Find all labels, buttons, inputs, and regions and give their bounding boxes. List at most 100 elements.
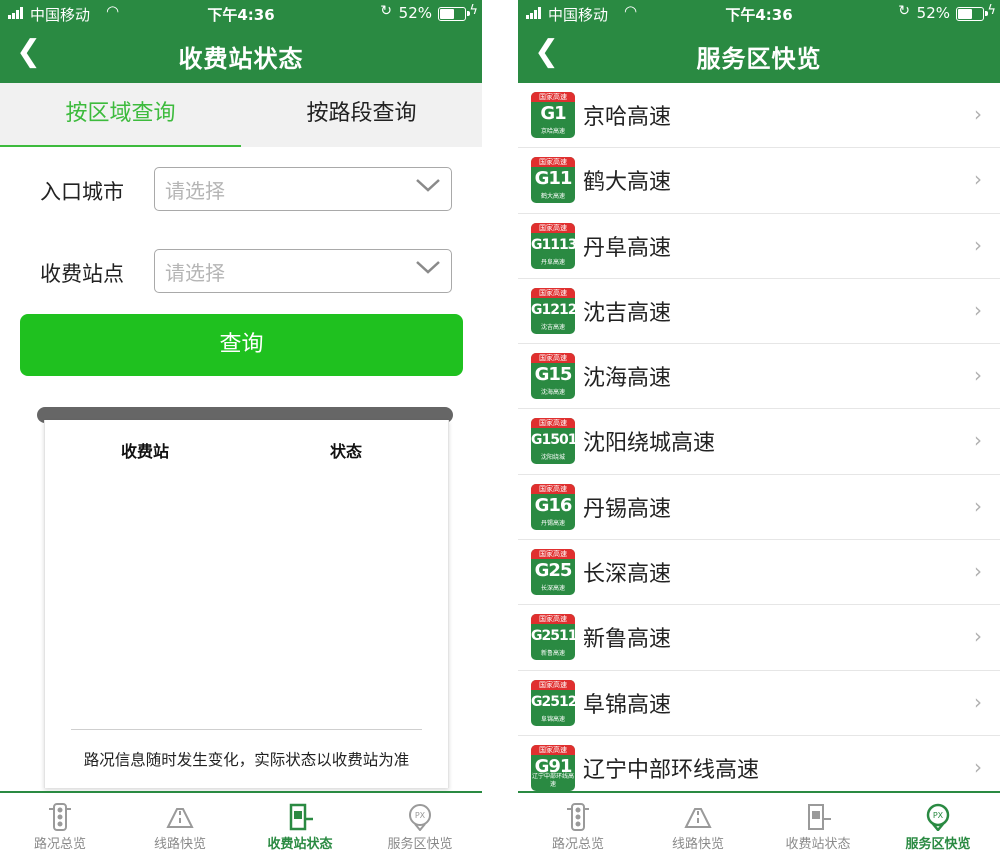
highway-code: G1113 [531, 236, 575, 253]
chevron-right-icon: › [974, 624, 982, 649]
road-route-icon [166, 808, 194, 828]
traffic-light-icon [49, 803, 71, 831]
highway-code: G16 [534, 494, 573, 516]
disclaimer-note: 路况信息随时发生变化，实际状态以收费站为准 [83, 751, 410, 769]
tabbar-label: 线路快览 [671, 837, 724, 852]
highway-shield-icon: 国家高速 G1 京哈高速 [531, 92, 575, 138]
chevron-right-icon: › [974, 363, 982, 388]
list-item[interactable]: 国家高速 G2512 阜锦高速 阜锦高速 › [518, 671, 1000, 736]
shield-subtitle: 沈海高速 [540, 389, 565, 397]
column-header-station: 收费站 [121, 442, 170, 461]
toll-station-icon [808, 804, 831, 830]
list-item[interactable]: 国家高速 G15 沈海高速 沈海高速 › [518, 344, 1000, 410]
highway-name: 沈海高速 [583, 366, 672, 392]
shield-subtitle: 长深高速 [540, 585, 565, 593]
station-placeholder: 请选择 [165, 261, 225, 285]
highway-name: 鹤大高速 [583, 170, 672, 196]
list-item[interactable]: 国家高速 G1501 沈阳绕城 沈阳绕城高速 › [518, 409, 1000, 475]
highway-name: 丹阜高速 [583, 235, 672, 261]
shield-subtitle: 阜锦高速 [540, 715, 565, 723]
list-item[interactable]: 国家高速 G1113 丹阜高速 丹阜高速 › [518, 214, 1000, 279]
highway-code: G1 [540, 103, 566, 124]
list-item[interactable]: 国家高速 G1212 沈吉高速 沈吉高速 › [518, 279, 1000, 345]
list-item[interactable]: 国家高速 G2511 新鲁高速 新鲁高速 › [518, 605, 1000, 671]
highway-name: 沈吉高速 [583, 300, 672, 326]
list-item[interactable]: 国家高速 G11 鹤大高速 鹤大高速 › [518, 148, 1000, 214]
bottom-tab-bar: 路况总览 线路快览 收费站状态 PX 服务区快览 [518, 791, 1000, 857]
query-tabs: 按区域查询 按路段查询 [0, 83, 482, 147]
highway-shield-icon: 国家高速 G1501 沈阳绕城 [531, 418, 575, 465]
tabbar-toll-station[interactable]: 收费站状态 [758, 793, 878, 857]
service-area-screen: 中国移动 ◠ 下午4:36 ↻ 52% ϟ ❮ 服务区快览 国家高速 G1 京哈高速… [518, 0, 1000, 857]
shield-header: 国家高速 [531, 157, 575, 168]
service-area-pin-icon: PX [926, 803, 950, 831]
status-bar: 中国移动 ◠ 下午4:36 ↻ 52% ϟ [0, 0, 482, 27]
chevron-down-icon [416, 261, 440, 274]
tabbar-toll-station[interactable]: 收费站状态 [240, 793, 360, 857]
highway-name: 京哈高速 [583, 105, 672, 130]
highway-shield-icon: 国家高速 G25 长深高速 [531, 549, 575, 596]
tabbar-service-area[interactable]: PX 服务区快览 [878, 793, 998, 857]
shield-header: 国家高速 [531, 92, 575, 102]
highway-shield-icon: 国家高速 G1113 丹阜高速 [531, 222, 575, 269]
tabbar-route-overview[interactable]: 线路快览 [120, 793, 240, 857]
status-bar: 中国移动 ◠ 下午4:36 ↻ 52% ϟ [518, 0, 1000, 27]
shield-subtitle: 辽宁中部环线高速 [531, 772, 574, 788]
battery-percent: 52% [916, 4, 950, 22]
traffic-light-icon [567, 803, 589, 831]
chevron-down-icon [416, 179, 440, 192]
tab-by-road[interactable]: 按路段查询 [241, 83, 482, 147]
chevron-right-icon: › [974, 167, 982, 192]
list-item[interactable]: 国家高速 G25 长深高速 长深高速 › [518, 540, 1000, 606]
tab-by-region[interactable]: 按区域查询 [0, 83, 241, 147]
highway-shield-icon: 国家高速 G11 鹤大高速 [531, 157, 575, 204]
shield-header: 国家高速 [531, 418, 575, 429]
highway-code: G1501 [531, 432, 575, 449]
chevron-right-icon: › [974, 559, 982, 584]
highway-code: G1212 [531, 301, 575, 318]
shield-subtitle: 丹阜高速 [540, 258, 565, 266]
rotation-lock-icon: ↻ [898, 3, 910, 19]
shield-header: 国家高速 [531, 549, 575, 560]
shield-subtitle: 新鲁高速 [540, 650, 565, 658]
tabbar-service-area[interactable]: PX 服务区快览 [360, 793, 480, 857]
highway-code: G25 [534, 560, 573, 582]
highway-shield-icon: 国家高速 G16 丹锡高速 [531, 483, 575, 530]
highway-code: G2511 [531, 628, 575, 645]
highway-name: 新鲁高速 [583, 627, 672, 653]
chevron-right-icon: › [974, 689, 982, 714]
shield-header: 国家高速 [531, 744, 575, 755]
shield-header: 国家高速 [531, 614, 575, 625]
nav-bar: ❮ 收费站状态 [0, 27, 482, 83]
chevron-right-icon: › [974, 297, 982, 322]
svg-text:PX: PX [415, 811, 426, 820]
shield-subtitle: 沈阳绕城 [540, 454, 565, 462]
highway-name: 长深高速 [583, 562, 672, 588]
shield-header: 国家高速 [531, 222, 575, 233]
station-select[interactable]: 请选择 [154, 249, 452, 293]
shield-header: 国家高速 [531, 287, 575, 298]
city-label: 入口城市 [40, 180, 124, 204]
shield-subtitle: 沈吉高速 [540, 323, 565, 331]
list-item[interactable]: 国家高速 G1 京哈高速 京哈高速 › [518, 83, 1000, 149]
battery-icon [956, 7, 988, 21]
chevron-right-icon: › [974, 754, 982, 779]
highway-name: 辽宁中部环线高速 [583, 757, 760, 783]
city-select[interactable]: 请选择 [154, 167, 452, 211]
toll-station-screen: 中国移动 ◠ 下午4:36 ↻ 52% ϟ ❮ 收费站状态 按区域查询 按路段查… [0, 0, 482, 857]
highway-shield-icon: 国家高速 G2512 阜锦高速 [531, 679, 575, 726]
query-button[interactable]: 查询 [20, 314, 463, 376]
tabbar-traffic-overview[interactable]: 路况总览 [0, 793, 120, 857]
highway-name: 丹锡高速 [583, 496, 672, 522]
station-label: 收费站点 [40, 262, 124, 286]
divider [71, 729, 422, 730]
tabbar-traffic-overview[interactable]: 路况总览 [518, 793, 638, 857]
highway-shield-icon: 国家高速 G15 沈海高速 [531, 353, 575, 400]
column-header-status: 状态 [330, 442, 363, 461]
tabbar-route-overview[interactable]: 线路快览 [638, 793, 758, 857]
charging-icon: ϟ [469, 3, 478, 18]
service-area-pin-icon: PX [409, 804, 431, 831]
list-item[interactable]: 国家高速 G16 丹锡高速 丹锡高速 › [518, 475, 1000, 541]
tabbar-label: 线路快览 [153, 837, 206, 852]
shield-header: 国家高速 [531, 679, 575, 690]
